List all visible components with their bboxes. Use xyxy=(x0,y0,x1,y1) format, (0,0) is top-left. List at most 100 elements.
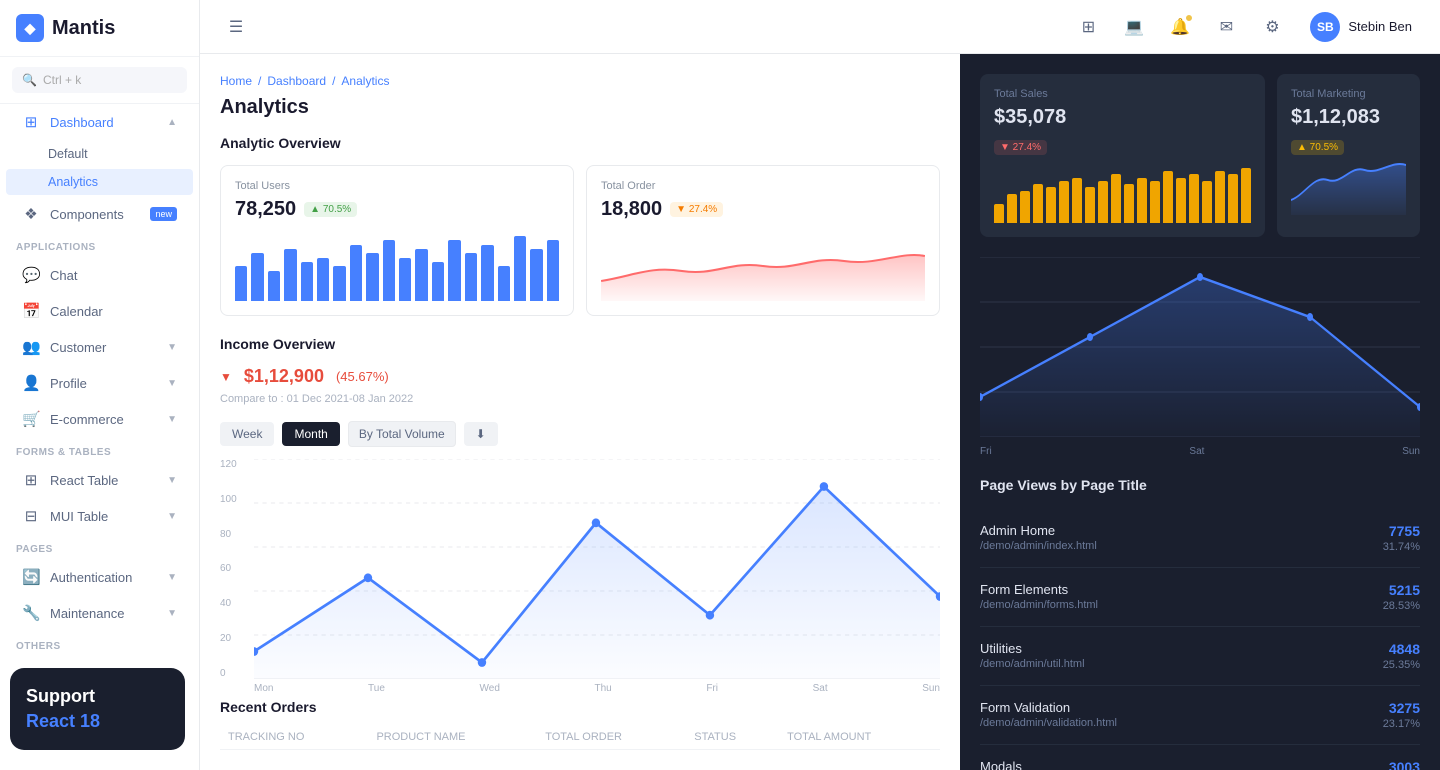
nav-item-profile[interactable]: 👤 Profile ▼ xyxy=(6,366,193,400)
pv-value-0: 7755 xyxy=(1383,523,1420,539)
support-badge[interactable]: Support React 18 xyxy=(10,668,185,750)
nav-label-mui-table: MUI Table xyxy=(50,509,108,524)
nav-item-maintenance[interactable]: 🔧 Maintenance ▼ xyxy=(6,596,193,630)
bar-item xyxy=(514,236,526,301)
pv-pct-1: 28.53% xyxy=(1383,600,1420,612)
pv-item-4: Modals /demo/admin/modals.html 3003 22.2… xyxy=(980,745,1420,770)
dark-card-total-marketing: Total Marketing $1,12,083 ▲ 70.5% xyxy=(1277,74,1420,237)
dark-bar-chart-sales xyxy=(994,163,1251,223)
chevron-down-icon: ▼ xyxy=(167,572,177,583)
dark-bar-item xyxy=(1059,181,1069,223)
bar-item xyxy=(284,249,296,301)
bar-item xyxy=(465,253,477,301)
search-box[interactable]: 🔍 Ctrl + k xyxy=(12,67,187,93)
nav-item-authentication[interactable]: 🔄 Authentication ▼ xyxy=(6,560,193,594)
settings-icon-button[interactable]: ⚙ xyxy=(1256,11,1288,43)
notification-badge xyxy=(1185,14,1193,22)
download-button[interactable]: ⬇ xyxy=(464,422,498,446)
nav-item-analytics[interactable]: Analytics xyxy=(6,169,193,195)
badge-users: ▲ 70.5% xyxy=(304,202,357,217)
card-label-users: Total Users xyxy=(235,180,559,192)
user-avatar[interactable]: SB Stebin Ben xyxy=(1302,8,1420,46)
pv-value-1: 5215 xyxy=(1383,582,1420,598)
dark-value-sales: $35,078 xyxy=(994,106,1251,129)
app-name: Mantis xyxy=(52,17,115,40)
month-button[interactable]: Month xyxy=(282,422,339,446)
sidebar: ◆ Mantis 🔍 Ctrl + k ⊞ Dashboard ▲ Defaul… xyxy=(0,0,200,770)
search-icon: 🔍 xyxy=(22,73,37,87)
dark-value-marketing: $1,12,083 xyxy=(1291,106,1406,129)
maintenance-icon: 🔧 xyxy=(22,604,40,622)
pv-value-2: 4848 xyxy=(1383,641,1420,657)
dark-bar-item xyxy=(1176,178,1186,223)
pv-item-2: Utilities /demo/admin/util.html 4848 25.… xyxy=(980,627,1420,686)
topbar-icons: ⊞ 💻 🔔 ✉ ⚙ SB Stebin Ben xyxy=(1072,8,1420,46)
nav-label-default: Default xyxy=(48,147,88,161)
chevron-down-icon: ▼ xyxy=(167,378,177,389)
card-value-order: 18,800 xyxy=(601,198,662,221)
nav-item-react-table[interactable]: ⊞ React Table ▼ xyxy=(6,463,193,497)
pv-info-4: Modals /demo/admin/modals.html xyxy=(980,759,1106,770)
card-label-order: Total Order xyxy=(601,180,925,192)
main-area: ☰ ⊞ 💻 🔔 ✉ ⚙ SB Stebin Ben Home / Dashboa… xyxy=(200,0,1440,770)
app-logo[interactable]: ◆ Mantis xyxy=(0,0,199,57)
income-line-chart: 120100806040200 xyxy=(220,459,940,679)
nav-item-customer[interactable]: 👥 Customer ▼ xyxy=(6,330,193,364)
grid-icon-button[interactable]: ⊞ xyxy=(1072,11,1104,43)
chat-icon: 💬 xyxy=(22,266,40,284)
dark-bar-item xyxy=(1137,178,1147,223)
dark-bar-item xyxy=(1124,184,1134,223)
dark-bar-item xyxy=(1046,187,1056,223)
mail-icon-button[interactable]: ✉ xyxy=(1210,11,1242,43)
dark-area-chart-marketing xyxy=(1291,155,1406,215)
avatar-circle: SB xyxy=(1310,12,1340,42)
week-button[interactable]: Week xyxy=(220,422,274,446)
chevron-up-icon: ▲ xyxy=(167,117,177,128)
breadcrumb-analytics: Analytics xyxy=(341,74,389,88)
topbar: ☰ ⊞ 💻 🔔 ✉ ⚙ SB Stebin Ben xyxy=(200,0,1440,54)
pv-path-3: /demo/admin/validation.html xyxy=(980,717,1117,729)
menu-toggle-button[interactable]: ☰ xyxy=(220,11,252,43)
monitor-icon-button[interactable]: 💻 xyxy=(1118,11,1150,43)
bar-item xyxy=(383,240,395,301)
dark-badge-marketing: ▲ 70.5% xyxy=(1291,140,1344,155)
nav-item-mui-table[interactable]: ⊟ MUI Table ▼ xyxy=(6,499,193,533)
pv-info-0: Admin Home /demo/admin/index.html xyxy=(980,523,1097,552)
dark-bar-item xyxy=(1189,174,1199,223)
nav-item-components[interactable]: ❖ Components new xyxy=(6,197,193,231)
notification-icon-button[interactable]: 🔔 xyxy=(1164,11,1196,43)
dark-bar-item xyxy=(994,204,1004,223)
dark-bar-item xyxy=(1163,171,1173,223)
nav-label-react-table: React Table xyxy=(50,473,118,488)
dark-card-total-sales: Total Sales $35,078 ▼ 27.4% xyxy=(980,74,1265,237)
pv-value-4: 3003 xyxy=(1383,759,1420,770)
bar-item xyxy=(448,240,460,301)
y-axis: 120100806040200 xyxy=(220,459,250,679)
sidebar-search[interactable]: 🔍 Ctrl + k xyxy=(0,57,199,104)
nav-item-dashboard[interactable]: ⊞ Dashboard ▲ xyxy=(6,105,193,139)
nav-item-chat[interactable]: 💬 Chat xyxy=(6,258,193,292)
pv-name-3: Form Validation xyxy=(980,700,1117,715)
income-compare: Compare to : 01 Dec 2021-08 Jan 2022 xyxy=(220,393,940,405)
pv-item-0: Admin Home /demo/admin/index.html 7755 3… xyxy=(980,509,1420,568)
chart-area xyxy=(254,459,940,679)
dark-bar-item xyxy=(1020,191,1030,223)
nav-item-calendar[interactable]: 📅 Calendar xyxy=(6,294,193,328)
bar-item xyxy=(432,262,444,301)
dark-bar-item xyxy=(1111,174,1121,223)
bar-item xyxy=(317,258,329,301)
pv-stats-4: 3003 22.21% xyxy=(1383,759,1420,770)
chevron-down-icon: ▼ xyxy=(167,342,177,353)
components-badge: new xyxy=(150,207,177,221)
card-total-users: Total Users 78,250 ▲ 70.5% xyxy=(220,165,574,316)
volume-button[interactable]: By Total Volume xyxy=(348,421,456,447)
nav-item-ecommerce[interactable]: 🛒 E-commerce ▼ xyxy=(6,402,193,436)
pv-stats-0: 7755 31.74% xyxy=(1383,523,1420,553)
nav-item-default[interactable]: Default xyxy=(6,141,193,167)
bar-item xyxy=(498,266,510,301)
analytic-overview-title: Analytic Overview xyxy=(220,135,940,151)
pv-row-2: Utilities /demo/admin/util.html 4848 25.… xyxy=(980,641,1420,671)
chevron-down-icon: ▼ xyxy=(167,511,177,522)
bar-item xyxy=(268,271,280,301)
pv-name-0: Admin Home xyxy=(980,523,1097,538)
